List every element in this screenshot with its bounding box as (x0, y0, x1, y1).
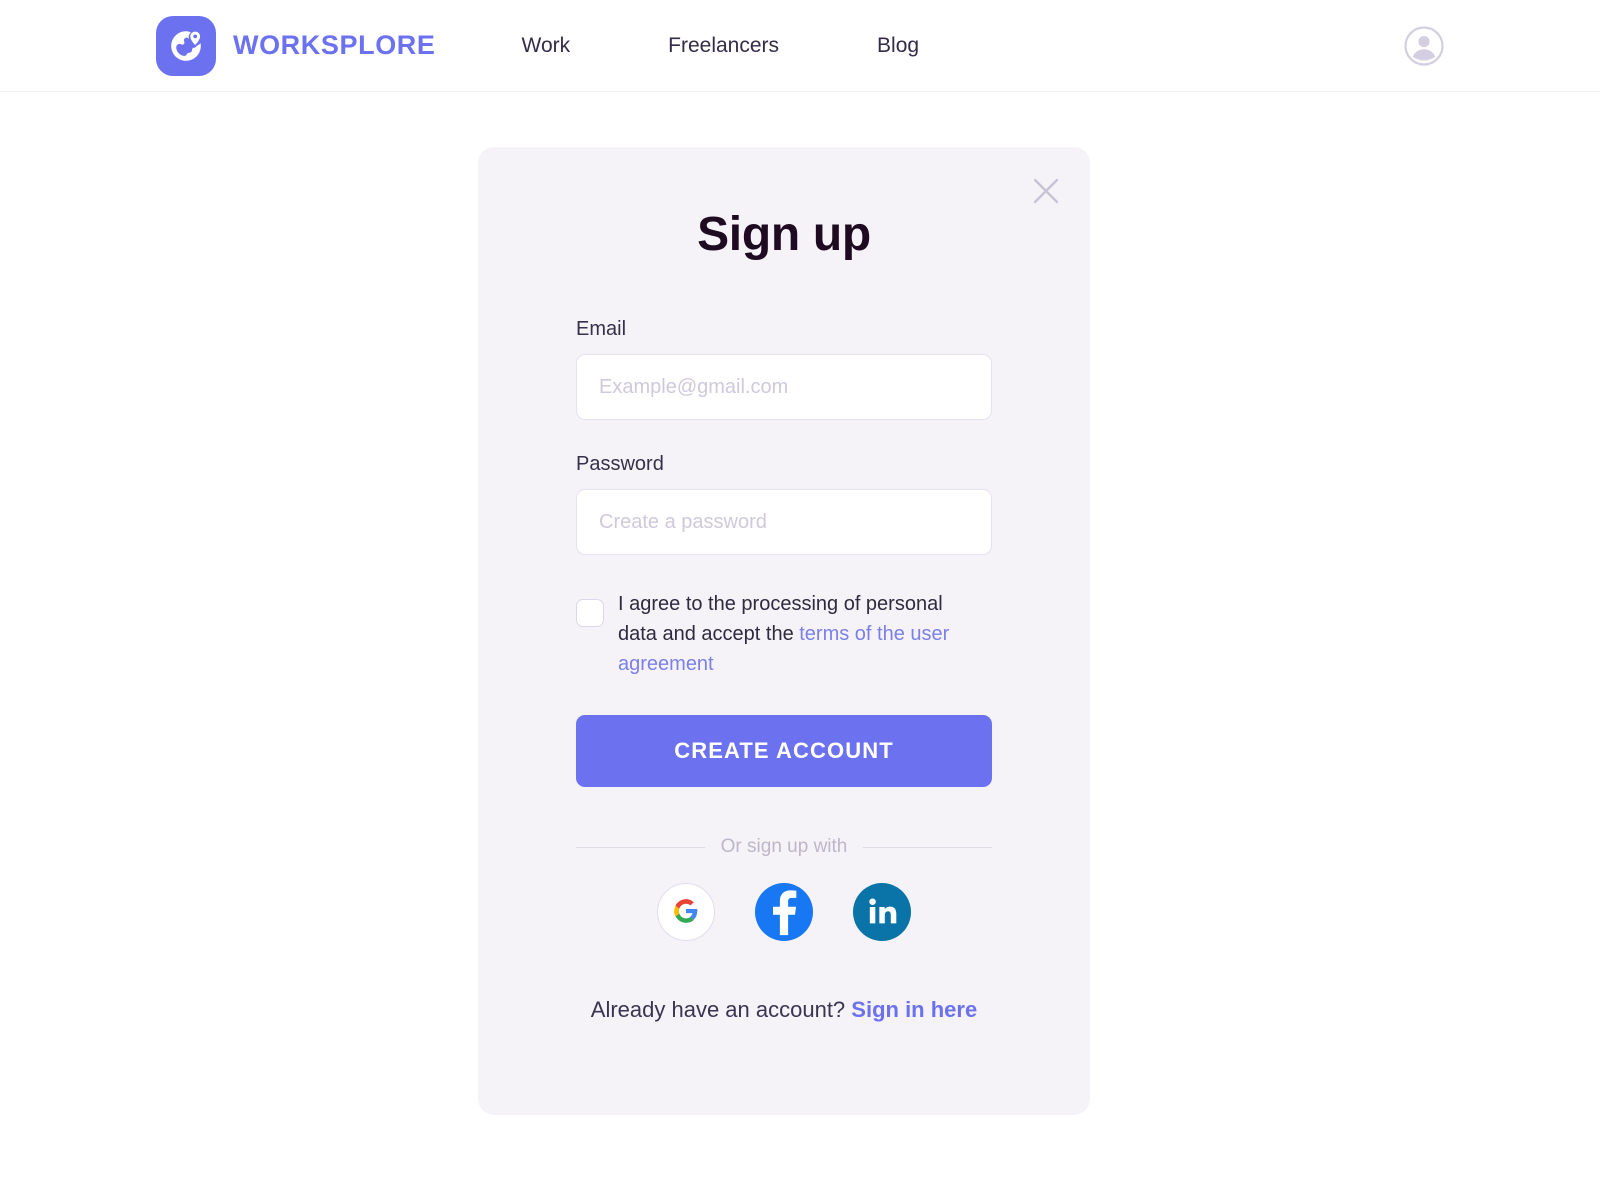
globe-pin-icon (156, 15, 216, 76)
main-nav: Work Freelancers Blog (522, 34, 969, 58)
divider: Or sign up with (576, 836, 993, 858)
facebook-icon (755, 882, 813, 943)
signup-card: Sign up Email Password I agree to the pr… (478, 147, 1090, 1115)
facebook-signup-button[interactable] (755, 883, 813, 941)
google-icon (673, 898, 699, 927)
password-field-group: Password (576, 453, 992, 555)
close-icon[interactable] (1024, 169, 1068, 213)
linkedin-icon (867, 896, 897, 929)
nav-link-blog[interactable]: Blog (828, 34, 968, 58)
nav-link-work[interactable]: Work (522, 34, 620, 58)
password-label: Password (576, 453, 664, 475)
google-signup-button[interactable] (657, 883, 715, 941)
social-login-row (576, 883, 992, 941)
consent-row: I agree to the processing of personal da… (576, 589, 992, 679)
consent-checkbox[interactable] (576, 599, 604, 627)
page-body: Sign up Email Password I agree to the pr… (0, 92, 1600, 1200)
divider-line-right (863, 846, 993, 848)
email-input[interactable] (576, 354, 992, 420)
create-account-button[interactable]: CREATE ACCOUNT (576, 715, 992, 787)
nav-link-freelancers[interactable]: Freelancers (619, 34, 828, 58)
divider-line-left (576, 846, 705, 848)
account-circle-icon[interactable] (1404, 25, 1444, 66)
email-field-group: Email (576, 318, 992, 420)
site-header: WORKSPLORE Work Freelancers Blog (0, 0, 1600, 92)
signin-link[interactable]: Sign in here (851, 997, 977, 1022)
signup-form: Email Password I agree to the processing… (576, 318, 993, 1023)
signin-prompt: Already have an account? Sign in here (576, 997, 992, 1023)
divider-label: Or sign up with (720, 836, 848, 857)
consent-text: I agree to the processing of personal da… (618, 589, 986, 679)
password-input[interactable] (576, 489, 992, 555)
brand-name: WORKSPLORE (233, 30, 436, 60)
brand-logo[interactable]: WORKSPLORE (156, 15, 436, 76)
page-title: Sign up (697, 208, 871, 261)
linkedin-signup-button[interactable] (853, 883, 911, 941)
email-label: Email (576, 318, 627, 340)
signin-prompt-text: Already have an account? (590, 997, 846, 1022)
